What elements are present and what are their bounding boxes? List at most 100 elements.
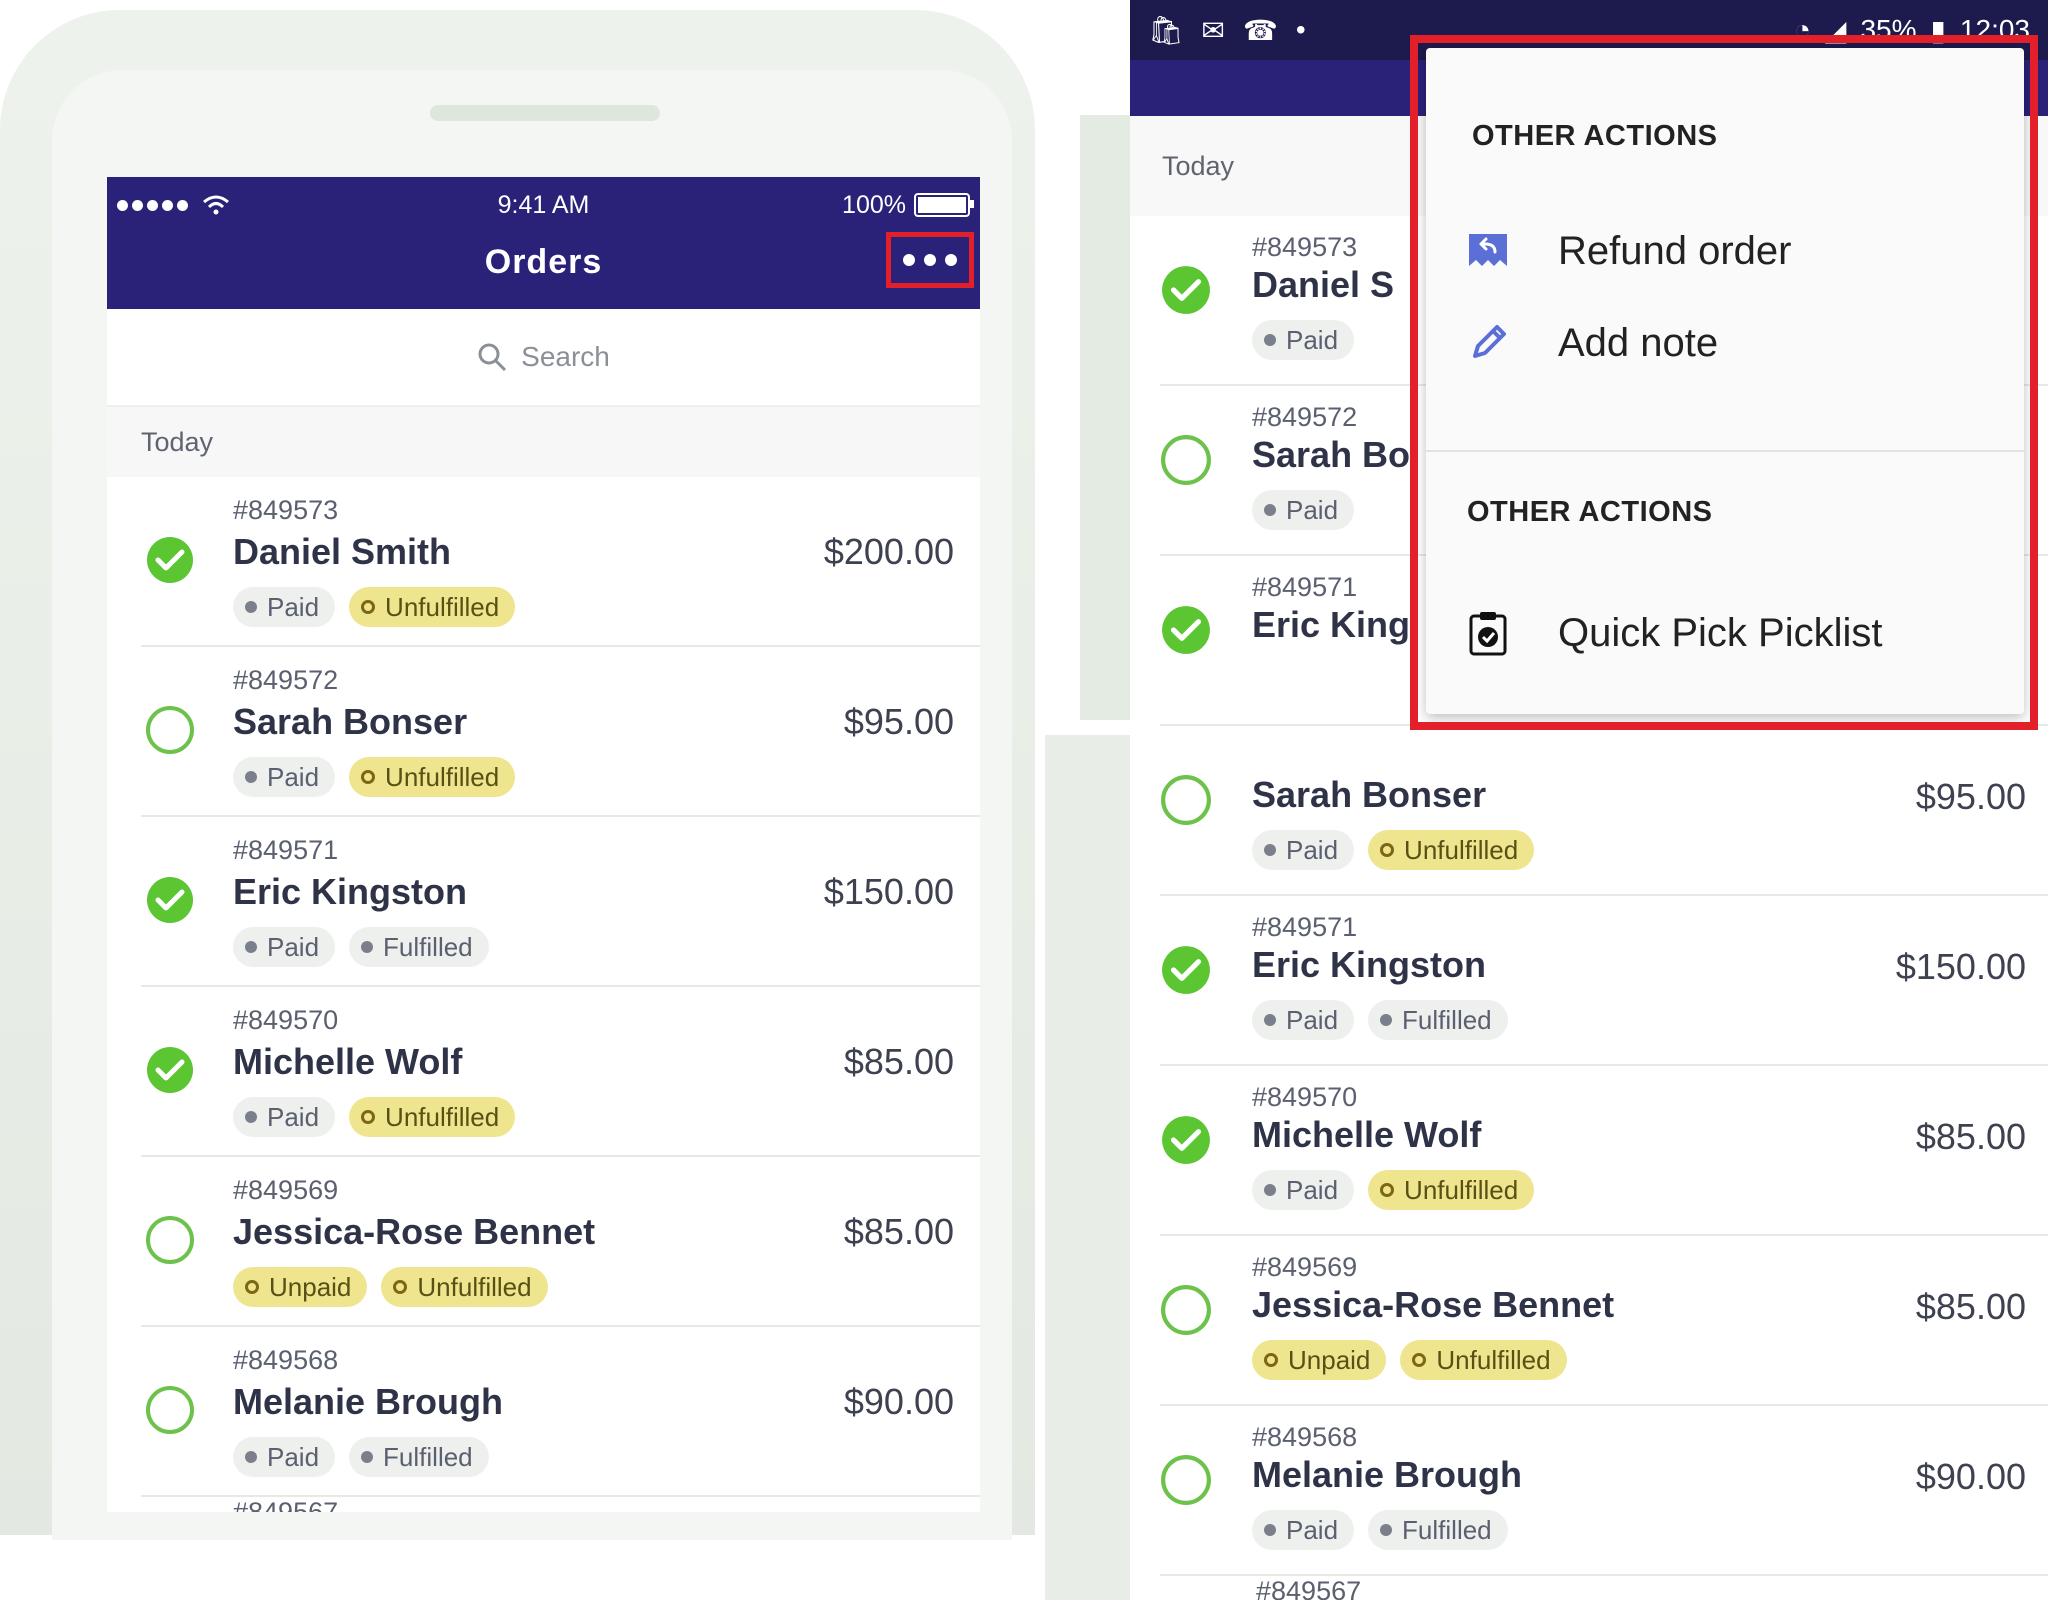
unchecked-circle-icon[interactable] (1160, 1454, 1212, 1506)
badge-label: Paid (1286, 834, 1339, 865)
badge-label: Paid (267, 1441, 320, 1472)
status-badge: Unfulfilled (1368, 1170, 1535, 1210)
order-row[interactable]: #849572 Sarah Bonser $95.00 Paid Unfulfilled (141, 647, 980, 817)
dot-icon (245, 1111, 257, 1123)
order-row[interactable]: #849571 Eric Kingston $150.00 Paid Fulfilled (1160, 896, 2048, 1066)
badge-label: Fulfilled (383, 1441, 473, 1472)
order-row[interactable]: #849573 Daniel Smith $200.00 Paid Unfulfille… (141, 477, 980, 647)
unchecked-circle-icon[interactable] (145, 1385, 195, 1435)
search-bar[interactable]: Search (107, 309, 980, 407)
customer-name: Melanie Brough (233, 1381, 504, 1422)
status-badges: Paid Unfulfilled (1252, 830, 1535, 870)
badge-label: Unfulfilled (417, 1271, 532, 1302)
status-badge: Unfulfilled (381, 1267, 548, 1307)
dot-icon (1264, 844, 1276, 856)
order-amount: $90.00 (1915, 1456, 2026, 1497)
status-badges: Paid (1252, 490, 1355, 530)
checked-circle-icon[interactable] (145, 875, 195, 925)
checked-circle-icon[interactable] (1160, 264, 1212, 316)
order-row[interactable]: #849571 Eric Kingston $150.00 Paid Fulfilled (141, 817, 980, 987)
dot-icon (1264, 1184, 1276, 1196)
customer-name: Michelle Wolf (1252, 1114, 1482, 1155)
status-badge: Paid (1252, 490, 1355, 530)
order-row[interactable]: #849570 Michelle Wolf $85.00 Paid Unfulfille… (141, 987, 980, 1157)
dot-icon (245, 941, 257, 953)
unchecked-circle-icon[interactable] (145, 705, 195, 755)
customer-name: Eric Kingston (1252, 944, 1487, 985)
order-number: #849568 (233, 1345, 339, 1375)
dot-icon (361, 941, 374, 953)
order-row[interactable]: #849568 Melanie Brough $90.00 Paid Fulfilled (141, 1327, 980, 1497)
status-badge: Paid (1252, 1000, 1355, 1040)
checked-circle-icon[interactable] (1160, 1114, 1212, 1166)
badge-label: Unfulfilled (1404, 1174, 1519, 1205)
partial-order-row: #849567 (233, 1497, 339, 1512)
customer-name: Sarah Bonser (1252, 774, 1487, 815)
partial-order-row: #849567 (1256, 1576, 1362, 1600)
status-badge: Unfulfilled (349, 757, 516, 797)
page-title: Orders (484, 243, 603, 281)
order-number: #849568 (1252, 1422, 1358, 1452)
dot-icon (1264, 1014, 1276, 1026)
status-badges: Unpaid Unfulfilled (1252, 1340, 1567, 1380)
status-badge: Paid (233, 1437, 336, 1477)
unchecked-circle-icon[interactable] (1160, 434, 1212, 486)
badge-label: Unpaid (269, 1271, 352, 1302)
customer-name: Sarah Bonser (233, 701, 468, 742)
badge-label: Unfulfilled (385, 1101, 500, 1132)
order-row[interactable]: #849569 Jessica-Rose Bennet $85.00 Unpaid Un… (141, 1157, 980, 1327)
signal-icon (117, 199, 188, 211)
badge-label: Paid (1286, 1514, 1339, 1545)
customer-name: Eric King (1252, 604, 1411, 645)
search-icon (478, 343, 507, 372)
badge-label: Fulfilled (1402, 1514, 1492, 1545)
status-badge: Fulfilled (349, 1437, 489, 1477)
phone-speaker (430, 105, 660, 121)
checked-circle-icon[interactable] (1160, 604, 1212, 656)
badge-label: Unfulfilled (1436, 1344, 1551, 1375)
unchecked-circle-icon[interactable] (1160, 1284, 1212, 1336)
status-badges: Paid Unfulfilled (233, 757, 516, 797)
customer-name: Melanie Brough (1252, 1454, 1523, 1495)
customer-name: Jessica-Rose Bennet (1252, 1284, 1615, 1325)
order-row[interactable]: #849568 Melanie Brough $90.00 Paid Fulfilled (1160, 1406, 2048, 1576)
status-badge: Paid (1252, 320, 1355, 360)
unchecked-circle-icon[interactable] (145, 1215, 195, 1265)
order-row[interactable]: Sarah Bonser $95.00 Paid Unfulfilled (1160, 726, 2048, 896)
customer-name: Daniel S (1252, 264, 1395, 305)
search-placeholder: Search (521, 341, 610, 372)
order-amount: $90.00 (843, 1381, 954, 1422)
status-badge: Paid (233, 587, 336, 627)
ios-orders-screen: 9:41 AM 100% Orders Search Today #849573… (107, 177, 980, 1512)
badge-label: Paid (1286, 1004, 1339, 1035)
order-row[interactable]: #849569 Jessica-Rose Bennet $85.00 Unpaid Un… (1160, 1236, 2048, 1406)
dot-icon (245, 1451, 257, 1463)
order-number: #849572 (233, 665, 339, 695)
order-number: #849571 (1252, 912, 1358, 942)
dot-icon (361, 1451, 374, 1463)
status-badge: Paid (1252, 1170, 1355, 1210)
screenshot-edge (1080, 115, 1130, 720)
badge-label: Paid (267, 931, 320, 962)
shopify-icon: 🛍 (1148, 14, 1184, 46)
customer-name: Jessica-Rose Bennet (233, 1211, 596, 1252)
status-badge: Paid (233, 927, 336, 967)
ring-icon (1380, 1183, 1395, 1197)
status-badges: Paid Fulfilled (1252, 1000, 1508, 1040)
order-amount: $150.00 (1895, 946, 2026, 987)
order-amount: $85.00 (843, 1211, 954, 1252)
checked-circle-icon[interactable] (1160, 944, 1212, 996)
ring-icon (1412, 1353, 1427, 1367)
order-row[interactable]: #849570 Michelle Wolf $85.00 Paid Unfulfille… (1160, 1066, 2048, 1236)
ring-icon (361, 770, 376, 784)
checked-circle-icon[interactable] (145, 535, 195, 585)
status-badges: Unpaid Unfulfilled (233, 1267, 548, 1307)
badge-label: Paid (1286, 494, 1339, 525)
badge-label: Paid (267, 591, 320, 622)
checked-circle-icon[interactable] (145, 1045, 195, 1095)
badge-label: Paid (1286, 1174, 1339, 1205)
unchecked-circle-icon[interactable] (1160, 774, 1212, 826)
badge-label: Paid (1286, 324, 1339, 355)
more-options-button[interactable] (886, 232, 974, 288)
dot-icon (1264, 504, 1276, 516)
